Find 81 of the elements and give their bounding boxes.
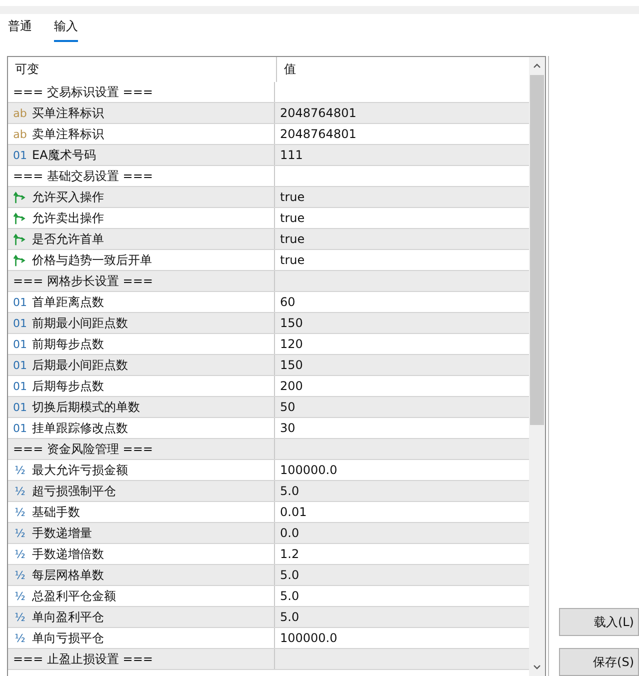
parameter-value[interactable]: true — [280, 211, 305, 225]
action-button[interactable]: 保存(S) — [559, 648, 639, 676]
parameter-value[interactable]: 5.0 — [280, 589, 300, 603]
parameter-name: 单向亏损平仓 — [32, 630, 104, 646]
type-icon: 01 — [13, 358, 27, 372]
parameter-name: 最大允许亏损金额 — [32, 462, 128, 478]
type-icon: ½ — [13, 526, 27, 540]
parameter-value[interactable]: 2048764801 — [280, 106, 356, 120]
parameter-value[interactable]: 111 — [280, 148, 303, 162]
parameter-value[interactable]: 120 — [280, 337, 303, 351]
parameter-name: 允许卖出操作 — [32, 210, 104, 226]
type-icon: 01 — [13, 316, 27, 330]
type-icon: 01 — [13, 296, 27, 308]
parameter-value[interactable]: 100000.0 — [280, 463, 338, 477]
parameter-name: 手数递增量 — [32, 524, 92, 542]
parameter-name: === 网格步长设置 === — [13, 272, 153, 290]
type-icon: 01 — [13, 380, 27, 392]
type-icon: ½ — [13, 632, 27, 644]
parameter-name: EA魔术号码 — [32, 146, 96, 164]
parameter-value[interactable]: 5.0 — [280, 484, 300, 498]
type-icon: ½ — [13, 590, 27, 602]
parameter-value[interactable]: true — [280, 190, 305, 204]
parameter-value[interactable]: 0.0 — [280, 526, 300, 540]
tab[interactable]: 输入 — [54, 18, 78, 42]
parameter-name: === 基础交易设置 === — [13, 168, 153, 184]
type-icon: ab — [13, 128, 27, 140]
parameter-value[interactable]: 5.0 — [280, 568, 300, 582]
type-icon: ½ — [13, 548, 27, 560]
parameter-name: 前期每步点数 — [32, 336, 104, 352]
type-icon: ab — [13, 106, 27, 120]
type-icon: ½ — [13, 568, 27, 582]
parameter-name: === 资金风险管理 === — [13, 440, 153, 458]
type-icon: 01 — [13, 148, 27, 162]
arrow-icon — [13, 212, 26, 224]
parameter-value[interactable]: 50 — [280, 400, 296, 414]
parameter-name: 首单距离点数 — [32, 294, 104, 310]
parameter-name: 手数递增倍数 — [32, 546, 104, 562]
parameter-value[interactable]: 0.01 — [280, 505, 307, 519]
parameter-name: 基础手数 — [32, 504, 80, 520]
type-icon: ½ — [13, 506, 27, 518]
type-icon: 01 — [13, 422, 27, 434]
parameter-value[interactable]: 200 — [280, 379, 303, 393]
scrollbar[interactable] — [529, 57, 545, 676]
parameter-name: 卖单注释标识 — [32, 126, 104, 142]
type-icon: 01 — [13, 338, 27, 350]
parameter-value[interactable]: true — [280, 253, 305, 267]
type-icon: ½ — [13, 464, 27, 476]
parameter-name: 允许买入操作 — [32, 188, 104, 206]
action-button[interactable]: 载入(L) — [559, 608, 639, 636]
parameter-name: 总盈利平仓金额 — [32, 588, 116, 604]
parameter-name: 买单注释标识 — [32, 104, 104, 122]
parameter-value[interactable]: 150 — [280, 316, 303, 330]
parameter-name: 切换后期模式的单数 — [32, 398, 140, 416]
type-icon: ½ — [13, 610, 27, 624]
parameter-value[interactable]: 2048764801 — [280, 127, 356, 141]
parameter-name: 单向盈利平仓 — [32, 608, 104, 626]
parameter-name: 每层网格单数 — [32, 566, 104, 584]
parameter-value[interactable]: 100000.0 — [280, 631, 338, 645]
parameter-value[interactable]: 30 — [280, 421, 296, 435]
parameter-name: 价格与趋势一致后开单 — [32, 252, 152, 268]
type-icon: ½ — [13, 484, 27, 498]
parameter-value[interactable]: 5.0 — [280, 610, 300, 624]
parameter-name: === 交易标识设置 === — [13, 84, 153, 100]
arrow-icon — [13, 232, 26, 246]
parameter-name: 后期每步点数 — [32, 378, 104, 394]
arrow-icon — [13, 254, 26, 266]
parameter-value[interactable]: 150 — [280, 358, 303, 372]
arrow-icon — [13, 190, 26, 204]
parameter-name: 是否允许首单 — [32, 230, 104, 248]
type-icon: 01 — [13, 400, 27, 414]
parameter-name: === 止盈止损设置 === — [13, 650, 153, 668]
parameter-name: 后期最小间距点数 — [32, 356, 128, 374]
parameter-name: 挂单跟踪修改点数 — [32, 420, 128, 436]
column-header: 可变 — [14, 61, 40, 78]
tab[interactable]: 普通 — [8, 18, 32, 42]
parameter-value[interactable]: 60 — [280, 295, 296, 309]
parameter-name: 前期最小间距点数 — [32, 314, 128, 332]
parameter-name: 超亏损强制平仓 — [32, 482, 116, 500]
scroll-down-icon[interactable] — [532, 662, 542, 672]
parameter-value[interactable]: true — [280, 232, 305, 246]
parameter-value[interactable]: 1.2 — [280, 547, 300, 561]
